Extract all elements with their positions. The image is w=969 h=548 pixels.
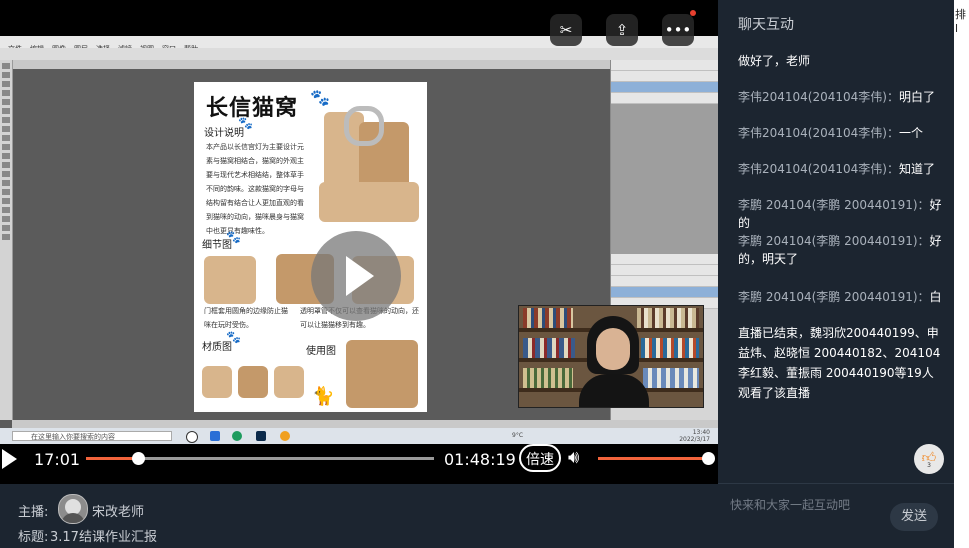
paw-icon: 🐾	[226, 330, 241, 344]
chat-message: 李鹏 204104(李鹏 200440191)：好的，明天了	[738, 234, 942, 266]
player-controls: 17:01 01:48:19 倍速 🔊︎	[0, 444, 718, 484]
paw-icon: 🐾	[238, 116, 253, 130]
share-icon[interactable]: ⇪	[606, 14, 638, 46]
product-image	[319, 182, 419, 222]
app-icon	[280, 431, 290, 441]
avatar[interactable]	[58, 494, 88, 524]
background-window-edge: 排l	[954, 0, 969, 548]
windows-taskbar: 在这里输入你要搜索的内容 9°C 13:40 2022/3/17	[0, 428, 718, 444]
taskbar-search: 在这里输入你要搜索的内容	[12, 431, 172, 441]
material-image	[238, 366, 268, 398]
photoshop-icon	[256, 431, 266, 441]
edge-text: 排l	[955, 8, 966, 35]
material-image	[202, 366, 232, 398]
more-icon[interactable]: •••	[662, 14, 694, 46]
chat-message: 李伟204104(204104李伟)：明白了	[738, 90, 935, 104]
slide-poster: 长信猫窝 🐾 设计说明 🐾 本产品以长信宫灯为主要设计元素与猫窝相结合，猫窝的外…	[194, 82, 427, 412]
detail-image	[204, 256, 256, 304]
play-icon	[346, 256, 374, 296]
chat-message: 李伟204104(204104李伟)：知道了	[738, 162, 935, 176]
detail-text-1: 门框套用圆角的边缘防止猫咪在玩时受伤。	[204, 307, 288, 329]
play-icon[interactable]	[2, 449, 17, 469]
teacher-video	[579, 314, 649, 407]
volume-handle[interactable]	[702, 452, 715, 465]
like-count: 3	[927, 462, 931, 469]
app-statusbar	[12, 420, 718, 428]
stream-title: 3.17结课作业汇报	[50, 530, 157, 545]
teacher-webcam	[518, 305, 704, 408]
weather-temp: 9°C	[512, 432, 524, 439]
title-label: 标题:	[18, 530, 49, 545]
current-time: 17:01	[34, 450, 81, 469]
screenshot-icon[interactable]: ✂	[550, 14, 582, 46]
chat-title: 聊天互动	[738, 17, 794, 33]
chat-message: 李鹏 204104(李鹏 200440191)：好的	[738, 198, 942, 230]
usage-image	[346, 340, 418, 408]
tools-panel	[0, 60, 13, 420]
host-name: 宋改老师	[92, 505, 145, 520]
volume-icon[interactable]: 🔊︎	[568, 447, 579, 468]
duration: 01:48:19	[444, 450, 516, 469]
send-button[interactable]: 发送	[890, 503, 938, 531]
progress-handle[interactable]	[132, 452, 146, 465]
paw-icon: 🐾	[226, 230, 241, 244]
divider	[718, 483, 954, 484]
task-view-icon	[186, 431, 198, 443]
taskbar-clock: 13:40 2022/3/17	[679, 429, 710, 443]
chat-message: 李鹏 204104(李鹏 200440191)：白	[738, 290, 942, 304]
usage-heading: 使用图	[306, 346, 336, 357]
speed-button[interactable]: 倍速	[519, 444, 561, 472]
progress-bar[interactable]	[86, 452, 434, 465]
design-text: 本产品以长信宫灯为主要设计元素与猫窝相结合，猫窝的外观主要与现代艺术相结结，整体…	[206, 143, 304, 235]
material-image	[274, 366, 304, 398]
chat-input[interactable]: 快来和大家一起互动吧	[730, 496, 850, 513]
system-message: 直播已结束，魏羽欣200440199、申益炜、赵晓恒 200440182、204…	[738, 326, 941, 400]
paw-icon: 🐾	[310, 88, 330, 107]
cat-icon: 🐈	[312, 386, 335, 407]
stream-info: 主播: 宋改老师 标题: 3.17结课作业汇报	[0, 484, 718, 548]
chat-message: 做好了，老师	[738, 54, 811, 68]
progress-fill	[86, 457, 139, 460]
play-overlay-button[interactable]	[311, 231, 401, 321]
edge-icon	[232, 431, 242, 441]
like-button[interactable]: 👍︎ 3	[914, 444, 944, 474]
notification-dot	[690, 10, 696, 16]
document-tabs	[12, 60, 610, 69]
volume-fill	[598, 457, 708, 460]
app-icon	[210, 431, 220, 441]
video-player[interactable]: 文件编辑图像图层选择滤镜视图窗口帮助 在这里输入你要搜索的内容 9°C 13:4…	[0, 0, 718, 484]
product-image	[344, 106, 384, 146]
chat-panel: 聊天互动 做好了，老师 李伟204104(204104李伟)：明白了 李伟204…	[718, 0, 954, 548]
volume-slider[interactable]	[598, 452, 715, 465]
chat-message: 李伟204104(204104李伟)：一个	[738, 126, 923, 140]
host-label: 主播:	[18, 505, 49, 520]
